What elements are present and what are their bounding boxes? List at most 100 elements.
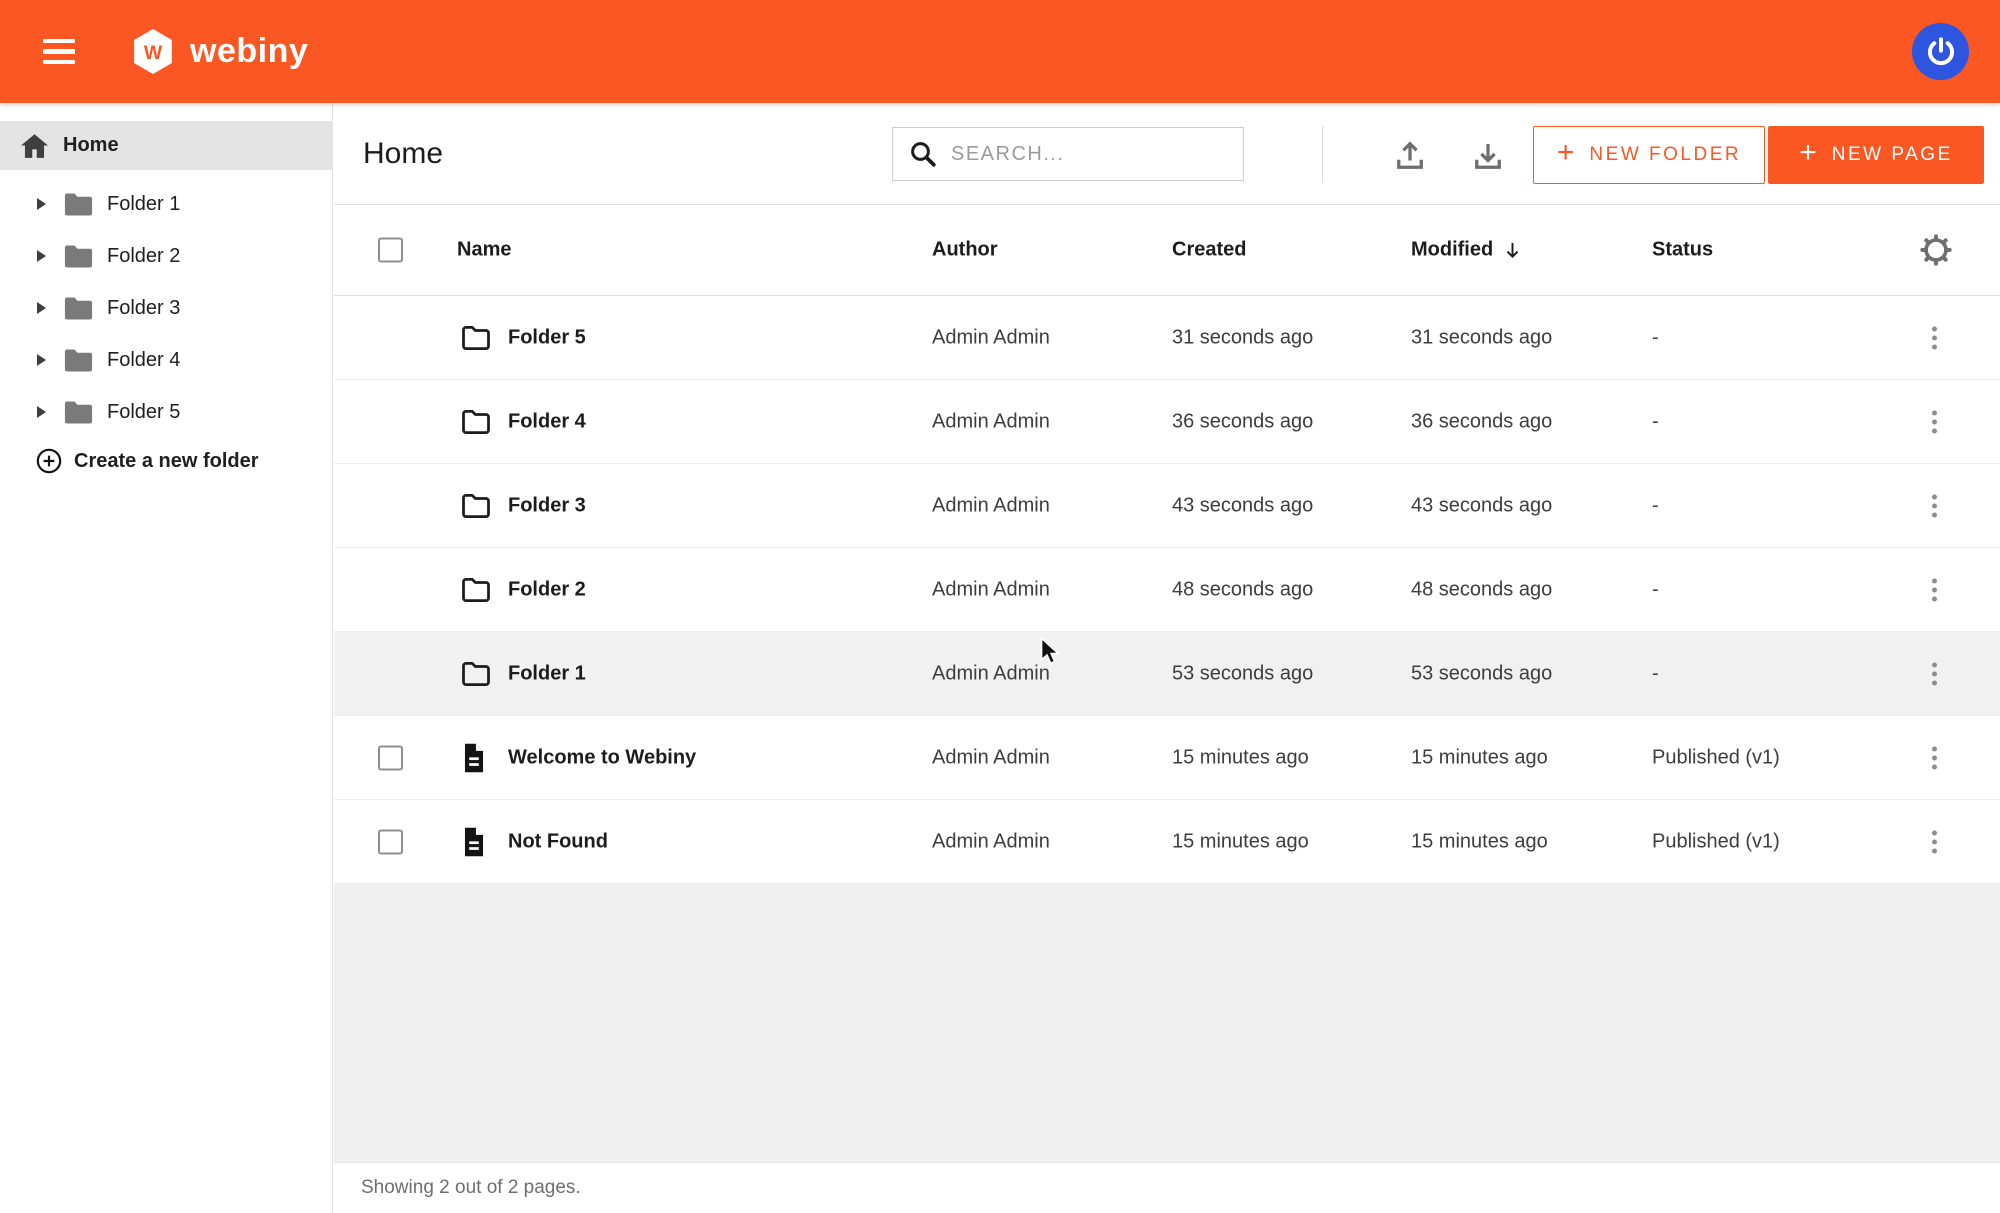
create-new-folder-button[interactable]: Create a new folder (0, 448, 332, 474)
row-menu-button[interactable] (1925, 319, 1944, 356)
table-settings-button[interactable] (1919, 233, 1953, 267)
column-header-status[interactable]: Status (1652, 239, 1713, 262)
folder-icon (63, 296, 94, 321)
row-status: - (1652, 494, 1659, 517)
caret-right-icon[interactable] (37, 302, 46, 314)
sidebar-folder-label: Folder 3 (107, 297, 180, 320)
folder-icon (63, 400, 94, 425)
row-name[interactable]: Folder 5 (508, 326, 586, 349)
column-header-modified[interactable]: Modified (1411, 239, 1523, 262)
sidebar-folder-item[interactable]: Folder 5 (0, 386, 332, 438)
row-created: 15 minutes ago (1172, 830, 1309, 853)
column-header-author[interactable]: Author (932, 239, 998, 262)
folder-icon (461, 661, 491, 687)
row-created: 48 seconds ago (1172, 578, 1313, 601)
row-author: Admin Admin (932, 410, 1050, 433)
table-row[interactable]: Not Found Admin Admin 15 minutes ago 15 … (334, 800, 2000, 884)
select-all-checkbox[interactable] (378, 238, 403, 263)
row-name[interactable]: Folder 3 (508, 494, 586, 517)
row-name[interactable]: Folder 1 (508, 662, 586, 685)
webiny-logo-icon: W (132, 28, 174, 75)
new-folder-button[interactable]: + NEW FOLDER (1533, 126, 1765, 184)
table-row[interactable]: Folder 4 Admin Admin 36 seconds ago 36 s… (334, 380, 2000, 464)
folder-tree: Folder 1 Folder 2 Folder 3 Folder 4 (0, 178, 332, 438)
plus-icon: + (1799, 136, 1817, 170)
row-created: 15 minutes ago (1172, 746, 1309, 769)
row-menu-button[interactable] (1925, 655, 1944, 692)
row-name[interactable]: Not Found (508, 830, 608, 853)
column-header-created[interactable]: Created (1172, 239, 1246, 262)
row-author: Admin Admin (932, 326, 1050, 349)
svg-text:W: W (144, 42, 163, 64)
search-icon (908, 139, 938, 169)
sidebar-folder-label: Folder 2 (107, 245, 180, 268)
search-box (892, 127, 1244, 181)
row-menu-button[interactable] (1925, 571, 1944, 608)
sidebar-folder-item[interactable]: Folder 2 (0, 230, 332, 282)
row-status: - (1652, 410, 1659, 433)
caret-right-icon[interactable] (37, 250, 46, 262)
table-row[interactable]: Folder 5 Admin Admin 31 seconds ago 31 s… (334, 296, 2000, 380)
download-icon (1470, 138, 1506, 174)
table-row[interactable]: Folder 3 Admin Admin 43 seconds ago 43 s… (334, 464, 2000, 548)
table-row[interactable]: Folder 1 Admin Admin 53 seconds ago 53 s… (334, 632, 2000, 716)
row-name[interactable]: Folder 4 (508, 410, 586, 433)
new-folder-button-label: NEW FOLDER (1589, 144, 1741, 166)
search-input[interactable] (951, 143, 1211, 166)
new-page-button[interactable]: + NEW PAGE (1768, 126, 1984, 184)
row-author: Admin Admin (932, 830, 1050, 853)
menu-icon[interactable] (43, 39, 75, 65)
table-header-row: Name Author Created Modified Status (334, 205, 2000, 296)
caret-right-icon[interactable] (37, 406, 46, 418)
plus-icon: + (1557, 136, 1575, 170)
row-created: 43 seconds ago (1172, 494, 1313, 517)
row-status: - (1652, 662, 1659, 685)
sidebar-folder-item[interactable]: Folder 1 (0, 178, 332, 230)
empty-area (334, 884, 2000, 1162)
export-pages-button[interactable] (1470, 138, 1506, 174)
row-modified: 36 seconds ago (1411, 410, 1552, 433)
row-author: Admin Admin (932, 746, 1050, 769)
brand-wordmark: webiny (190, 32, 308, 71)
row-modified: 43 seconds ago (1411, 494, 1552, 517)
row-menu-button[interactable] (1925, 403, 1944, 440)
table-row[interactable]: Welcome to Webiny Admin Admin 15 minutes… (334, 716, 2000, 800)
sidebar-folder-label: Folder 4 (107, 349, 180, 372)
sidebar-home-label: Home (63, 134, 119, 157)
folder-icon (461, 325, 491, 351)
row-created: 31 seconds ago (1172, 326, 1313, 349)
row-created: 53 seconds ago (1172, 662, 1313, 685)
row-checkbox[interactable] (378, 829, 403, 854)
sidebar-folder-item[interactable]: Folder 3 (0, 282, 332, 334)
page-icon (461, 826, 487, 857)
page-icon (461, 742, 487, 773)
column-header-modified-label: Modified (1411, 239, 1493, 262)
pagination-summary: Showing 2 out of 2 pages. (361, 1177, 581, 1199)
user-avatar[interactable] (1912, 23, 1969, 80)
row-menu-button[interactable] (1925, 739, 1944, 776)
folder-icon (63, 244, 94, 269)
caret-right-icon[interactable] (37, 354, 46, 366)
row-name[interactable]: Folder 2 (508, 578, 586, 601)
row-menu-button[interactable] (1925, 823, 1944, 860)
table-row[interactable]: Folder 2 Admin Admin 48 seconds ago 48 s… (334, 548, 2000, 632)
row-checkbox[interactable] (378, 745, 403, 770)
row-author: Admin Admin (932, 494, 1050, 517)
row-modified: 31 seconds ago (1411, 326, 1552, 349)
sidebar-item-home[interactable]: Home (0, 121, 332, 170)
row-modified: 15 minutes ago (1411, 830, 1548, 853)
row-menu-button[interactable] (1925, 487, 1944, 524)
row-modified: 15 minutes ago (1411, 746, 1548, 769)
table-body: Folder 5 Admin Admin 31 seconds ago 31 s… (334, 296, 2000, 884)
column-header-name[interactable]: Name (457, 239, 511, 262)
folder-tree-sidebar: Home Folder 1 Folder 2 Folder 3 (0, 103, 333, 1213)
sidebar-folder-item[interactable]: Folder 4 (0, 334, 332, 386)
import-pages-button[interactable] (1392, 138, 1428, 174)
row-modified: 48 seconds ago (1411, 578, 1552, 601)
row-name[interactable]: Welcome to Webiny (508, 746, 696, 769)
folder-icon (63, 192, 94, 217)
row-created: 36 seconds ago (1172, 410, 1313, 433)
folder-icon (461, 493, 491, 519)
row-modified: 53 seconds ago (1411, 662, 1552, 685)
caret-right-icon[interactable] (37, 198, 46, 210)
